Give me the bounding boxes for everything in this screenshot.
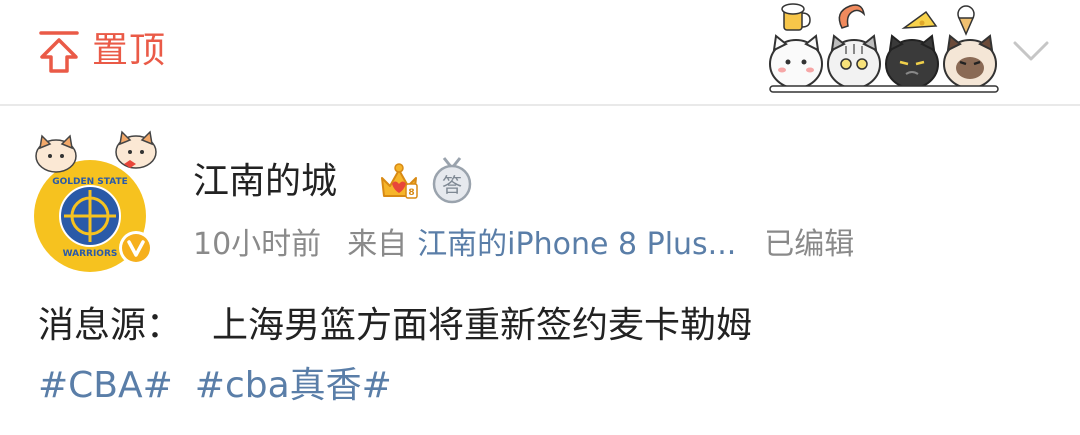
verified-v-icon — [119, 231, 153, 265]
post-tags: #CBA# #cba真香# — [38, 362, 392, 410]
post-time: 10小时前 — [193, 227, 322, 262]
post-text-body: 上海男篮方面将重新签约麦卡勒姆 — [212, 305, 753, 346]
edited-label[interactable]: 已编辑 — [764, 227, 854, 262]
author-name[interactable]: 江南的城 — [193, 158, 337, 206]
crown-vip-icon[interactable]: 8 — [376, 160, 422, 204]
pinned-label: 置顶 — [92, 30, 167, 71]
post-meta: 10小时前 来自 江南的iPhone 8 Plus... 已编辑 — [193, 224, 854, 266]
ice-cream-icon — [957, 5, 975, 36]
svg-text:8: 8 — [408, 188, 414, 198]
post-text: 消息源： 上海男篮方面将重新签约麦卡勒姆 — [38, 302, 752, 350]
beer-mug-icon — [781, 3, 811, 31]
cat-ear-decoration-right — [115, 130, 157, 169]
black-cat-sticker — [885, 34, 939, 89]
pinned-bar[interactable]: 置顶 — [0, 0, 1080, 104]
pin-top-icon — [39, 31, 79, 73]
siamese-cat-sticker — [943, 34, 997, 89]
cheese-icon — [901, 10, 938, 29]
avatar-text-top: GOLDEN STATE — [52, 177, 128, 187]
hashtag-cba[interactable]: #CBA# — [38, 365, 173, 406]
avatar[interactable]: GOLDEN STATE WARRIORS — [28, 130, 168, 280]
source-link[interactable]: 江南的iPhone 8 Plus... — [417, 227, 736, 262]
post-text-prefix: 消息源： — [38, 305, 183, 346]
answer-medal-icon[interactable]: 答 — [430, 156, 474, 204]
shrimp-icon — [838, 4, 866, 29]
golden-state-warriors-logo: GOLDEN STATE WARRIORS — [34, 130, 157, 272]
chevron-down-icon[interactable] — [1012, 38, 1050, 64]
avatar-text-bottom: WARRIORS — [63, 249, 118, 259]
white-cat-sticker — [769, 34, 823, 89]
hashtag-cba-zhenxiang[interactable]: #cba真香# — [195, 365, 392, 406]
tabby-cat-sticker — [827, 34, 881, 89]
cat-ear-decoration-left — [35, 134, 77, 173]
answer-badge-text: 答 — [442, 173, 462, 197]
source-prefix: 来自 — [347, 227, 408, 262]
divider — [0, 104, 1080, 106]
cat-stickers-decoration — [769, 3, 999, 93]
